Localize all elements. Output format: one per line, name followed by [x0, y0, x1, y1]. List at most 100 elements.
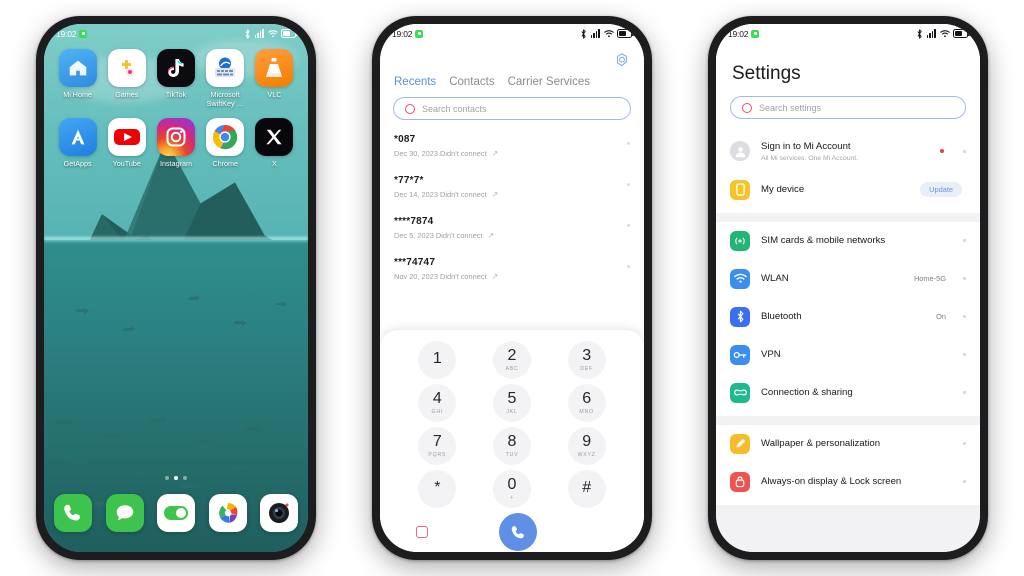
- dialpad-key-4[interactable]: 4 GHI: [400, 383, 475, 423]
- phone-icon[interactable]: [54, 494, 92, 532]
- dialpad-key-1[interactable]: 1: [400, 340, 475, 380]
- dialpad-key-7[interactable]: 7 PQRS: [400, 426, 475, 466]
- group-divider: [716, 212, 980, 222]
- notification-badge: [940, 149, 944, 154]
- call-log-row[interactable]: ***74747 Nov 20, 2023 Didn't connect ↗: [394, 249, 630, 290]
- chrome-icon: [206, 118, 245, 156]
- dock: [50, 494, 302, 532]
- row-texts: Bluetooth: [761, 311, 925, 323]
- recent-apps-icon[interactable]: [416, 526, 428, 538]
- key-digit: 5: [507, 390, 517, 407]
- search-contacts-input[interactable]: Search contacts: [393, 97, 631, 120]
- key-letters: PQRS: [428, 452, 447, 458]
- app-label: Chrome: [212, 159, 238, 168]
- phone-mockup-home: 19:02 Mi Home Games TikTok Microsoft Swi…: [33, 13, 319, 563]
- settings-toggle-icon[interactable]: [157, 494, 195, 532]
- messages-icon[interactable]: [105, 494, 144, 532]
- call-meta-text: Dec 5, 2023 Didn't connect: [394, 231, 483, 240]
- dialpad-key-6[interactable]: 6 MNO: [549, 383, 624, 423]
- settings-row-bluetooth[interactable]: Bluetooth On: [716, 298, 980, 336]
- app-vlc[interactable]: VLC: [250, 49, 299, 108]
- call-info-icon[interactable]: [627, 224, 630, 227]
- getapps-icon: [58, 118, 97, 156]
- app-label: Mi Home: [63, 90, 92, 99]
- settings-list: Sign in to Mi Account All Mi services. O…: [716, 132, 980, 552]
- dialpad-key-2[interactable]: 2 ABC: [475, 340, 550, 380]
- key-digit: 7: [432, 433, 442, 450]
- call-info-icon[interactable]: [627, 265, 630, 268]
- settings-row-connection-sharing[interactable]: Connection & sharing: [716, 374, 980, 412]
- app-swiftkey[interactable]: Microsoft SwiftKey …: [201, 49, 250, 108]
- call-log-row[interactable]: ****7874 Dec 5, 2023 Didn't connect ↗: [394, 208, 630, 249]
- games-icon: [107, 49, 146, 87]
- tab-recents[interactable]: Recents: [394, 76, 436, 88]
- phone1-status-bar: 19:02: [44, 24, 308, 43]
- swiftkey-icon: [206, 49, 245, 87]
- group-divider: [716, 415, 980, 425]
- call-number: *087: [394, 134, 416, 145]
- lockscreen-icon: [730, 471, 750, 492]
- vlc-icon: [255, 49, 294, 87]
- settings-row-vpn[interactable]: VPN: [716, 336, 980, 374]
- row-label: My device: [761, 183, 805, 195]
- search-icon: [405, 103, 415, 114]
- call-log-row[interactable]: *77*7* Dec 14, 2023 Didn't connect ↗: [394, 167, 630, 208]
- dialpad-key-0[interactable]: 0 +: [475, 469, 550, 509]
- settings-row-wallpaper[interactable]: Wallpaper & personalization: [716, 425, 980, 463]
- settings-row-always-on-display[interactable]: Always-on display & Lock screen: [716, 463, 980, 501]
- tab-contacts[interactable]: Contacts: [449, 76, 494, 88]
- my-device-icon: [730, 179, 750, 200]
- row-label: SIM cards & mobile networks: [761, 234, 886, 246]
- dialpad-key-3[interactable]: 3 DEF: [549, 340, 624, 380]
- app-chrome[interactable]: Chrome: [201, 118, 250, 168]
- wifi-icon: [939, 30, 950, 38]
- youtube-icon: [107, 118, 146, 156]
- app-mi-home[interactable]: Mi Home: [53, 49, 102, 108]
- call-meta-text: Nov 20, 2023 Didn't connect: [394, 272, 487, 281]
- dialpad-key-5[interactable]: 5 JKL: [475, 383, 550, 423]
- row-texts: Connection & sharing: [761, 387, 935, 399]
- app-instagram[interactable]: Instagram: [151, 118, 200, 168]
- app-games[interactable]: Games: [102, 49, 151, 108]
- app-youtube[interactable]: YouTube: [102, 118, 151, 168]
- key-letters: DEF: [580, 366, 594, 372]
- app-tiktok[interactable]: TikTok: [151, 49, 200, 108]
- settings-app: 19:02 Settings Search settings Sign in t…: [716, 24, 980, 552]
- app-label: X: [272, 159, 277, 168]
- screen-recorder-icon: [751, 29, 760, 38]
- app-x[interactable]: X: [250, 118, 299, 168]
- dialer-tabs: Recents Contacts Carrier Services: [380, 68, 644, 88]
- page-title: Settings: [716, 43, 980, 85]
- page-dot[interactable]: [183, 476, 187, 480]
- gear-icon[interactable]: [614, 52, 630, 68]
- tab-carrier-services[interactable]: Carrier Services: [508, 76, 590, 88]
- signal-icon: [926, 29, 936, 38]
- page-indicator[interactable]: [44, 476, 308, 480]
- key-digit: *: [434, 479, 441, 496]
- dialpad-key-star[interactable]: *: [400, 469, 475, 509]
- dialpad-key-9[interactable]: 9 WXYZ: [549, 426, 624, 466]
- search-icon: [742, 102, 752, 113]
- settings-row-sim-cards[interactable]: SIM cards & mobile networks: [716, 222, 980, 260]
- dialpad-key-hash[interactable]: #: [549, 469, 624, 509]
- settings-row-mi-account[interactable]: Sign in to Mi Account All Mi services. O…: [716, 132, 980, 171]
- screenshot-stage: 19:02 Mi Home Games TikTok Microsoft Swi…: [0, 0, 1024, 576]
- row-value: On: [936, 312, 946, 322]
- call-log-row[interactable]: *087 Dec 30, 2023 Didn't connect ↗: [394, 126, 630, 167]
- search-settings-input[interactable]: Search settings: [730, 96, 966, 119]
- update-badge[interactable]: Update: [920, 182, 962, 198]
- call-number: *77*7*: [394, 175, 424, 186]
- call-info-icon[interactable]: [627, 142, 630, 145]
- camera-icon[interactable]: [260, 494, 298, 532]
- search-placeholder: Search settings: [759, 102, 822, 113]
- app-getapps[interactable]: GetApps: [53, 118, 102, 168]
- call-info-icon[interactable]: [627, 183, 630, 186]
- gallery-icon[interactable]: [208, 494, 247, 532]
- settings-row-my-device[interactable]: My device Update: [716, 171, 980, 209]
- dialpad-key-8[interactable]: 8 TUV: [475, 426, 550, 466]
- settings-row-wlan[interactable]: WLAN Home-5G: [716, 260, 980, 298]
- key-digit: #: [582, 479, 592, 496]
- page-dot-active[interactable]: [174, 476, 178, 480]
- call-button[interactable]: [499, 513, 537, 551]
- page-dot[interactable]: [165, 476, 169, 480]
